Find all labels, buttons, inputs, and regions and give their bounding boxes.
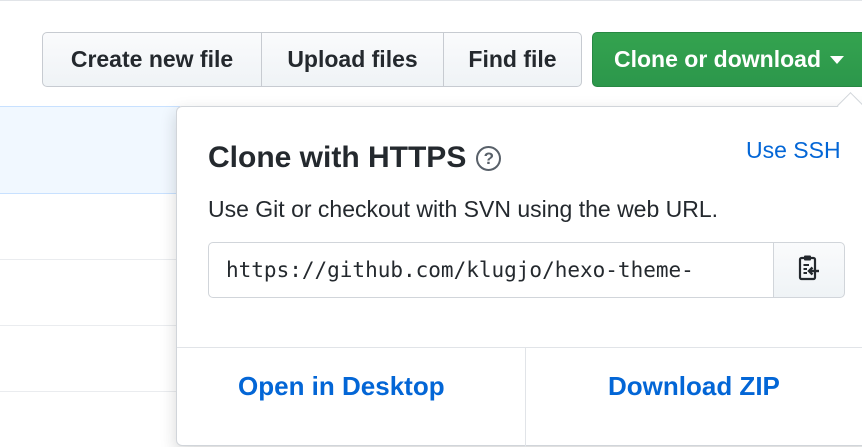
clipboard-icon	[797, 254, 821, 287]
clone-description: Use Git or checkout with SVN using the w…	[208, 196, 719, 222]
page-top-border	[0, 0, 862, 1]
popover-arrow	[837, 92, 862, 119]
clone-url-input[interactable]	[208, 242, 774, 298]
clone-url-group	[208, 242, 845, 298]
find-file-button[interactable]: Find file	[443, 32, 582, 87]
caret-down-icon	[830, 55, 844, 64]
clone-button-label: Clone or download	[614, 46, 821, 72]
clone-or-download-button[interactable]: Clone or download	[592, 32, 862, 87]
file-row-divider	[0, 325, 180, 326]
file-list-background	[0, 106, 180, 428]
upload-files-button[interactable]: Upload files	[261, 32, 444, 87]
question-icon[interactable]: ?	[476, 145, 502, 171]
popover-title: Clone with HTTPS ?	[208, 141, 502, 175]
file-row-divider	[0, 391, 180, 392]
download-zip-link[interactable]: Download ZIP	[608, 371, 780, 402]
footer-divider	[177, 347, 862, 348]
open-in-desktop-link[interactable]: Open in Desktop	[238, 371, 445, 402]
use-ssh-link[interactable]: Use SSH	[746, 137, 841, 164]
file-list-header	[0, 106, 180, 194]
clone-popover: Clone with HTTPS ? Use SSH Use Git or ch…	[176, 92, 862, 447]
popover-title-text: Clone with HTTPS	[208, 141, 467, 174]
footer-column-divider	[525, 347, 526, 447]
file-actions-group: Create new file Upload files Find file	[42, 32, 582, 87]
create-new-file-button[interactable]: Create new file	[42, 32, 262, 87]
file-row-divider	[0, 259, 180, 260]
copy-url-button[interactable]	[773, 242, 845, 298]
